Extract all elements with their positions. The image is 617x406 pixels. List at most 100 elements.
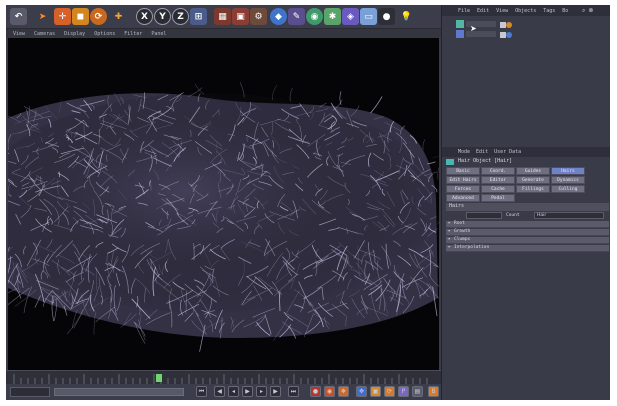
tab-editor[interactable]: Editor — [481, 176, 515, 184]
light-icon[interactable]: 💡 — [398, 8, 415, 25]
pos-key-icon[interactable]: ✥ — [356, 386, 367, 397]
tab-hairs[interactable]: Hairs — [551, 167, 585, 175]
tab-generate[interactable]: Generate — [516, 176, 550, 184]
select-icon[interactable]: ➤ — [34, 8, 51, 25]
camera-icon[interactable]: ● — [378, 8, 395, 25]
scale-icon[interactable]: ◼ — [72, 8, 89, 25]
object-manager-area[interactable] — [442, 44, 610, 144]
param-key-icon[interactable]: P — [398, 386, 409, 397]
hair-strand — [289, 87, 293, 102]
next-key-icon[interactable]: ▶ — [270, 386, 281, 397]
scheme-icon[interactable]: B — [428, 386, 439, 397]
hair-object-icon[interactable] — [456, 20, 464, 28]
om-menu-tags[interactable]: Tags — [543, 8, 555, 14]
move-icon[interactable]: ✛ — [54, 8, 71, 25]
render-picture-icon[interactable]: ▣ — [232, 8, 249, 25]
viewport-menu-display[interactable]: Display — [64, 31, 85, 37]
move-axes-icon[interactable]: ✚ — [110, 8, 127, 25]
attribute-title: Hair Object [Hair] — [458, 158, 513, 164]
attribute-manager-menu: Mode Edit User Data — [442, 147, 610, 157]
viewport-menu-panel[interactable]: Panel — [151, 31, 166, 37]
play-icon[interactable]: ▶ — [242, 386, 253, 397]
tab-guides[interactable]: Guides — [516, 167, 550, 175]
nurbs-icon[interactable]: ◉ — [306, 8, 323, 25]
main-toolbar: ↶ ➤ ✛ ◼ ⟳ ✚ X Y Z ⊞ ▦ ▣ ⚙ ◆ ✎ ◉ ✱ ◈ ▭ ● … — [6, 5, 441, 29]
viewport-menu-view[interactable]: View — [13, 31, 25, 37]
prev-frame-icon[interactable]: ◂ — [228, 386, 239, 397]
fold-growth[interactable]: Growth — [446, 228, 609, 236]
next-frame-icon[interactable]: ▸ — [256, 386, 267, 397]
viewport-menu-options[interactable]: Options — [94, 31, 115, 37]
om-menu-file[interactable]: File — [458, 8, 470, 14]
attr-menu-mode[interactable]: Mode — [458, 149, 470, 155]
array-icon[interactable]: ✱ — [324, 8, 341, 25]
tab-basic[interactable]: Basic — [446, 167, 480, 175]
tab-advanced[interactable]: Advanced — [446, 194, 480, 202]
viewport-3d[interactable] — [8, 38, 439, 370]
scene-icon[interactable]: ▭ — [360, 8, 377, 25]
rot-key-icon[interactable]: ⟳ — [384, 386, 395, 397]
tab-culling[interactable]: Culling — [551, 185, 585, 193]
timeline-playhead[interactable] — [156, 374, 162, 382]
viewport-menu-cameras[interactable]: Cameras — [34, 31, 55, 37]
count-label: Count — [506, 213, 520, 218]
go-start-icon[interactable]: ⏮ — [196, 386, 207, 397]
object-tree[interactable]: ➤ — [442, 16, 610, 44]
plane-object-icon[interactable] — [456, 30, 464, 38]
scale-key-icon[interactable]: ▣ — [370, 386, 381, 397]
tab-fillings[interactable]: Fillings — [516, 185, 550, 193]
rotate-icon[interactable]: ⟳ — [90, 8, 107, 25]
app-window: ↶ ➤ ✛ ◼ ⟳ ✚ X Y Z ⊞ ▦ ▣ ⚙ ◆ ✎ ◉ ✱ ◈ ▭ ● … — [6, 5, 610, 400]
spline-icon[interactable]: ✎ — [288, 8, 305, 25]
om-panel-icons: ⌕ ⊗ — [582, 7, 606, 15]
axis-z-icon[interactable]: Z — [172, 8, 189, 25]
frame-field[interactable] — [10, 387, 50, 397]
tab-pedal[interactable]: Pedal — [481, 194, 515, 202]
auto-key-icon[interactable]: ◉ — [324, 386, 335, 397]
render-view-icon[interactable]: ▦ — [214, 8, 231, 25]
pla-key-icon[interactable]: ▤ — [412, 386, 423, 397]
tab-cache[interactable]: Cache — [481, 185, 515, 193]
cursor-arrow-icon: ➤ — [470, 24, 477, 33]
fold-clumps[interactable]: Clumps — [446, 236, 609, 244]
record-icon[interactable]: ● — [310, 386, 321, 397]
axis-y-icon[interactable]: Y — [154, 8, 171, 25]
om-menu-edit[interactable]: Edit — [477, 8, 489, 14]
material-tag-icon[interactable] — [506, 32, 512, 38]
tab-forces[interactable]: Forces — [446, 185, 480, 193]
count-field-row: Count Hair — [446, 212, 609, 220]
prev-key-icon[interactable]: ◀ — [214, 386, 225, 397]
viewport-menu-filter[interactable]: Filter — [124, 31, 142, 37]
viewport-menu: View Cameras Display Options Filter Pane… — [6, 29, 441, 38]
world-coord-icon[interactable]: ⊞ — [190, 8, 207, 25]
tab-dynamics[interactable]: Dynamics — [551, 176, 585, 184]
cube-icon[interactable]: ◆ — [270, 8, 287, 25]
attr-menu-userdata[interactable]: User Data — [494, 149, 521, 155]
fold-interpolation[interactable]: Interpolation — [446, 244, 609, 252]
attr-menu-edit[interactable]: Edit — [476, 149, 488, 155]
close-icon[interactable]: ⊗ — [588, 7, 593, 15]
undo-icon[interactable]: ↶ — [10, 8, 27, 25]
go-end-icon[interactable]: ⏭ — [288, 386, 299, 397]
deformer-icon[interactable]: ◈ — [342, 8, 359, 25]
search-icon[interactable]: ⌕ — [582, 7, 585, 15]
hair-carpet-render — [8, 82, 439, 352]
hair-strand — [432, 155, 439, 159]
visibility-icon[interactable] — [506, 22, 512, 28]
om-menu-objects[interactable]: Objects — [515, 8, 536, 14]
om-menu-bookmarks[interactable]: Bo — [562, 8, 568, 14]
count-field[interactable] — [466, 212, 502, 219]
tab-edit-hairs[interactable]: Edit Hairs — [446, 176, 480, 184]
hair-strand — [195, 84, 205, 95]
keyframe-sel-icon[interactable]: ❖ — [338, 386, 349, 397]
render-settings-icon[interactable]: ⚙ — [250, 8, 267, 25]
frame-slider[interactable] — [54, 388, 184, 396]
timeline-ruler[interactable] — [6, 370, 441, 384]
axis-x-icon[interactable]: X — [136, 8, 153, 25]
hair-type-dropdown[interactable]: Hair — [534, 212, 604, 219]
hair-strand — [71, 309, 78, 329]
fold-root[interactable]: Root — [446, 220, 609, 228]
tab-coord[interactable]: Coord. — [481, 167, 515, 175]
section-header: Hairs — [446, 203, 609, 211]
om-menu-view[interactable]: View — [496, 8, 508, 14]
